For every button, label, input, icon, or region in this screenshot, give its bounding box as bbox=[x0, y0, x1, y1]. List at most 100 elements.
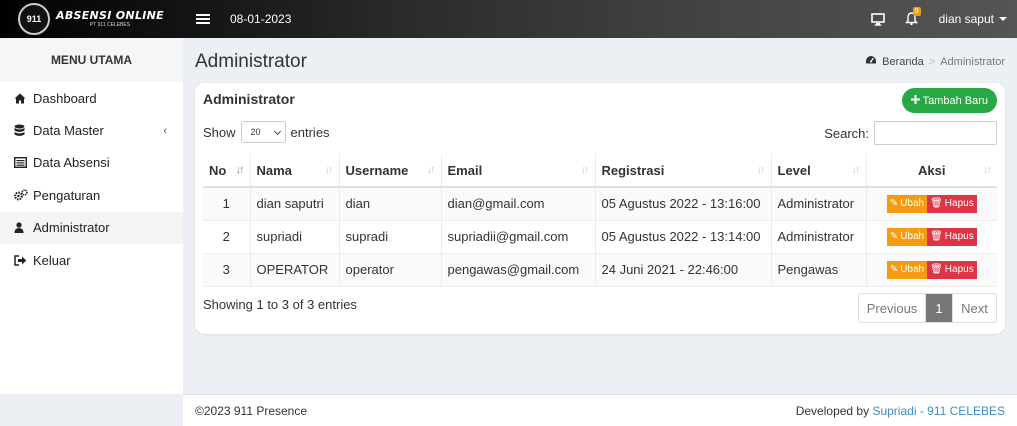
sidebar-item-label: Data Master bbox=[33, 123, 104, 139]
search-control: Search: bbox=[824, 121, 997, 145]
company-link[interactable]: 911 CELEBES bbox=[927, 404, 1005, 418]
search-input[interactable] bbox=[874, 121, 997, 145]
table-row: 2 supriadi supradi supriadii@gmail.com 0… bbox=[203, 220, 997, 253]
sign-out-icon bbox=[14, 254, 30, 266]
cell-username: dian bbox=[339, 187, 442, 220]
sidebar-item-label: Pengaturan bbox=[33, 187, 101, 203]
sidebar-item-data-absensi[interactable]: Data Absensi bbox=[0, 147, 183, 179]
cell-no: 3 bbox=[203, 253, 251, 286]
edit-icon: ✎ bbox=[889, 264, 899, 275]
cell-registrasi: 05 Agustus 2022 - 13:16:00 bbox=[595, 187, 772, 220]
bell-icon[interactable]: 9 bbox=[895, 0, 929, 38]
breadcrumb-home[interactable]: Beranda bbox=[882, 56, 924, 68]
cell-aksi: ✎ Ubah 🗑 Hapus bbox=[866, 187, 997, 220]
dashboard-icon bbox=[865, 55, 877, 68]
column-header-no[interactable]: No ↓↑ bbox=[203, 154, 251, 187]
sidebar-item-pengaturan[interactable]: Pengaturan bbox=[0, 179, 183, 211]
add-new-label: Tambah Baru bbox=[922, 94, 988, 107]
cell-nama: supriadi bbox=[250, 220, 340, 253]
sidebar-item-label: Administrator bbox=[33, 220, 110, 236]
next-page-button[interactable]: Next bbox=[952, 294, 996, 322]
database-icon bbox=[14, 124, 30, 137]
sidebar-item-dashboard[interactable]: Dashboard bbox=[0, 82, 183, 114]
cell-nama: dian saputri bbox=[250, 187, 340, 220]
sort-icon: ↓↑ bbox=[983, 164, 992, 176]
footer: ©2023 911 Presence Developed by Supriadi… bbox=[183, 394, 1017, 426]
current-date: 08-01-2023 bbox=[230, 12, 292, 26]
column-header-username[interactable]: Username ↓↑ bbox=[339, 154, 442, 187]
delete-button[interactable]: 🗑 Hapus bbox=[927, 194, 977, 213]
breadcrumb-current: Administrator bbox=[940, 55, 1005, 68]
sidebar-item-keluar[interactable]: Keluar bbox=[0, 244, 183, 276]
table-header-row: No ↓↑ Nama ↓↑ Username ↓↑ Email ↓↑ Registras… bbox=[203, 154, 997, 187]
sidebar-item-label: Data Absensi bbox=[33, 155, 110, 171]
cell-no: 1 bbox=[203, 187, 251, 220]
cell-registrasi: 05 Agustus 2022 - 13:14:00 bbox=[595, 220, 772, 253]
delete-button[interactable]: 🗑 Hapus bbox=[927, 260, 977, 279]
entries-select[interactable]: 20 bbox=[240, 121, 286, 143]
entries-value: 20 bbox=[250, 127, 261, 137]
previous-page-button[interactable]: Previous bbox=[859, 294, 926, 322]
cell-email: supriadii@gmail.com bbox=[441, 220, 596, 253]
notification-badge: 9 bbox=[912, 7, 921, 16]
cell-aksi: ✎ Ubah 🗑 Hapus bbox=[866, 220, 997, 253]
app-logo[interactable]: 911 ABSENSI ONLINE PT 911 CELEBES bbox=[0, 0, 183, 38]
cell-email: dian@gmail.com bbox=[441, 187, 596, 220]
card-title: Administrator bbox=[203, 91, 295, 107]
cell-no: 2 bbox=[203, 220, 251, 253]
sidebar-item-label: Keluar bbox=[33, 252, 71, 268]
author-link[interactable]: Supriadi bbox=[872, 404, 916, 418]
cell-email: pengawas@gmail.com bbox=[441, 253, 596, 286]
logo-emblem: 911 bbox=[18, 3, 50, 35]
caret-down-icon bbox=[999, 17, 1007, 21]
edit-button[interactable]: ✎ Ubah bbox=[886, 194, 928, 213]
sort-icon: ↓↑ bbox=[426, 164, 436, 176]
chevron-left-icon: ‹ bbox=[163, 124, 167, 137]
trash-icon: 🗑 bbox=[930, 198, 943, 210]
column-header-level[interactable]: Level ↓↑ bbox=[771, 154, 867, 187]
main-content: Administrator Beranda > Administrator Ad… bbox=[183, 38, 1017, 394]
table-info: Showing 1 to 3 of 3 entries bbox=[203, 297, 357, 312]
top-navbar: 911 ABSENSI ONLINE PT 911 CELEBES 08-01-… bbox=[0, 0, 1017, 38]
monitor-icon[interactable] bbox=[861, 0, 895, 38]
user-menu[interactable]: dian saput bbox=[939, 12, 1007, 26]
page-title: Administrator bbox=[195, 51, 307, 72]
column-header-registrasi[interactable]: Registrasi ↓↑ bbox=[595, 154, 772, 187]
column-header-aksi[interactable]: Aksi ↓↑ bbox=[866, 154, 997, 187]
column-header-nama[interactable]: Nama ↓↑ bbox=[250, 154, 340, 187]
developer-credit: Developed by Supriadi - 911 CELEBES bbox=[795, 403, 1005, 418]
home-icon bbox=[14, 93, 30, 104]
sort-icon: ↓↑ bbox=[851, 164, 861, 176]
sort-asc-icon: ↓↑ bbox=[235, 164, 245, 176]
column-header-email[interactable]: Email ↓↑ bbox=[441, 154, 596, 187]
sidebar-item-data-master[interactable]: Data Master ‹ bbox=[0, 114, 183, 146]
entries-control: Show 20 entries bbox=[203, 121, 330, 143]
administrator-table: No ↓↑ Nama ↓↑ Username ↓↑ Email ↓↑ Registras… bbox=[203, 154, 997, 287]
edit-icon: ✎ bbox=[889, 198, 899, 210]
sort-icon: ↓↑ bbox=[324, 164, 334, 176]
trash-icon: 🗑 bbox=[930, 231, 943, 242]
cell-username: supradi bbox=[339, 220, 442, 253]
edit-button[interactable]: ✎ Ubah bbox=[886, 227, 928, 246]
sort-icon: ↓↑ bbox=[580, 164, 590, 176]
user-name: dian saput bbox=[938, 12, 994, 26]
cell-level: Administrator bbox=[771, 187, 867, 220]
cell-nama: OPERATOR bbox=[250, 253, 340, 286]
hamburger-icon[interactable] bbox=[196, 14, 210, 24]
page-1-button[interactable]: 1 bbox=[926, 294, 952, 322]
plus-icon bbox=[910, 94, 920, 107]
edit-button[interactable]: ✎ Ubah bbox=[886, 260, 928, 279]
add-new-button[interactable]: Tambah Baru bbox=[901, 88, 997, 113]
show-label: Show bbox=[203, 124, 236, 140]
search-label: Search: bbox=[824, 125, 869, 141]
logo-title: ABSENSI ONLINE bbox=[56, 9, 164, 22]
copyright: ©2023 911 Presence bbox=[195, 403, 308, 418]
sort-icon: ↓↑ bbox=[756, 164, 766, 176]
breadcrumb: Beranda > Administrator bbox=[865, 55, 1005, 68]
sidebar-item-administrator[interactable]: Administrator bbox=[0, 211, 183, 244]
sidebar-item-label: Dashboard bbox=[33, 90, 97, 106]
breadcrumb-separator: > bbox=[928, 55, 936, 68]
trash-icon: 🗑 bbox=[930, 264, 943, 275]
delete-button[interactable]: 🗑 Hapus bbox=[927, 227, 977, 246]
list-icon bbox=[14, 157, 30, 169]
